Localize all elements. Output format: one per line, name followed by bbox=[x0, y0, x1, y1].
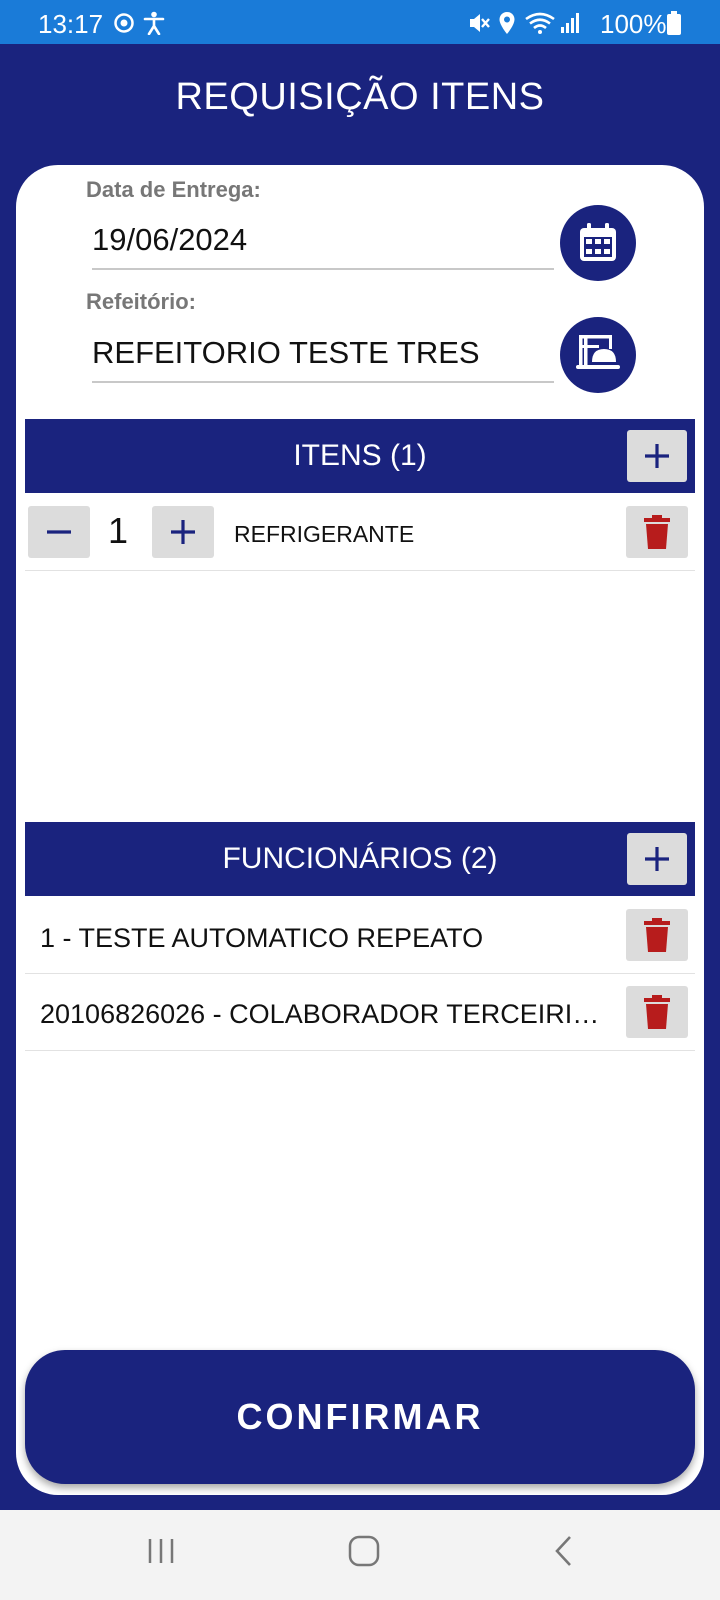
calendar-icon bbox=[580, 223, 616, 261]
decrease-quantity-button[interactable] bbox=[28, 506, 90, 558]
divider bbox=[25, 1050, 695, 1051]
increase-quantity-button[interactable] bbox=[152, 506, 214, 558]
requisition-card: Data de Entrega: 19/06/2024 Refeitório: … bbox=[16, 165, 704, 1495]
cafeteria-field[interactable]: REFEITORIO TESTE TRES bbox=[92, 335, 554, 383]
page-title: REQUISIÇÃO ITENS bbox=[175, 76, 545, 118]
employees-header: FUNCIONÁRIOS (2) bbox=[25, 822, 695, 896]
items-header: ITENS (1) bbox=[25, 419, 695, 493]
delete-employee-button[interactable] bbox=[626, 909, 688, 961]
divider bbox=[25, 973, 695, 974]
delete-employee-button[interactable] bbox=[626, 986, 688, 1038]
trash-icon bbox=[644, 918, 670, 952]
items-title: ITENS (1) bbox=[293, 439, 427, 472]
cafeteria-label: Refeitório: bbox=[86, 289, 196, 314]
minus-icon bbox=[47, 530, 71, 534]
item-name: REFRIGERANTE bbox=[234, 521, 415, 547]
cafeteria-button[interactable] bbox=[560, 317, 636, 393]
restaurant-icon bbox=[576, 335, 620, 369]
employee-name: 20106826026 - COLABORADOR TERCEIRIZADO bbox=[40, 999, 608, 1029]
plus-icon bbox=[171, 520, 195, 544]
recent-apps-icon[interactable] bbox=[146, 1536, 176, 1566]
plus-icon bbox=[645, 444, 669, 468]
sync-icon bbox=[114, 13, 134, 33]
delivery-date-field[interactable]: 19/06/2024 bbox=[92, 222, 554, 270]
trash-icon bbox=[644, 515, 670, 549]
employee-name: 1 - TESTE AUTOMATICO REPEATO bbox=[40, 923, 484, 953]
home-icon[interactable] bbox=[347, 1534, 381, 1568]
calendar-button[interactable] bbox=[560, 205, 636, 281]
item-quantity: 1 bbox=[107, 510, 129, 551]
divider bbox=[25, 570, 695, 571]
add-item-button[interactable] bbox=[627, 430, 687, 482]
wifi-icon bbox=[525, 12, 555, 34]
trash-icon bbox=[644, 995, 670, 1029]
signal-icon bbox=[561, 13, 579, 33]
status-bar: 13:17 100% bbox=[0, 0, 720, 44]
battery-percentage: 100% bbox=[600, 9, 667, 39]
status-time: 13:17 bbox=[38, 9, 104, 39]
delivery-date-label: Data de Entrega: bbox=[86, 177, 261, 202]
add-employee-button[interactable] bbox=[627, 833, 687, 885]
back-icon[interactable] bbox=[552, 1534, 576, 1568]
delete-item-button[interactable] bbox=[626, 506, 688, 558]
employees-title: FUNCIONÁRIOS (2) bbox=[222, 842, 498, 875]
navigation-bar bbox=[0, 1510, 720, 1600]
accessibility-icon bbox=[143, 11, 165, 35]
battery-icon bbox=[667, 11, 681, 35]
plus-icon bbox=[645, 847, 669, 871]
confirm-button[interactable]: CONFIRMAR bbox=[25, 1350, 695, 1484]
location-icon bbox=[499, 12, 515, 34]
mute-icon bbox=[470, 14, 490, 32]
